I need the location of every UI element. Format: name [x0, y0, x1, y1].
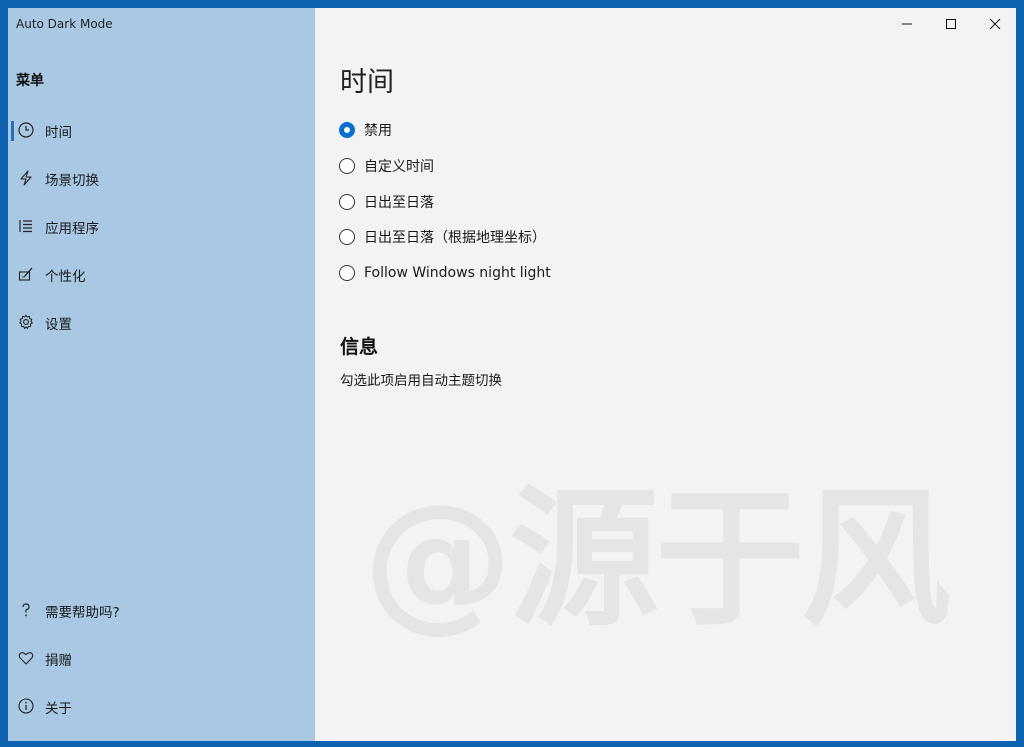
close-button[interactable] — [973, 8, 1016, 40]
page-title: 时间 — [340, 67, 394, 98]
sidebar-item-apps[interactable]: 应用程序 — [8, 206, 315, 246]
sidebar-item-label: 关于 — [45, 701, 72, 717]
sidebar-item-donate[interactable]: 捐赠 — [8, 638, 315, 678]
app-window: Auto Dark Mode 菜单 时间 场景切换 应用程序 个性化 设置 需要… — [8, 8, 1016, 741]
question-icon — [17, 601, 35, 619]
sidebar-item-personalization[interactable]: 个性化 — [8, 254, 315, 294]
sidebar-item-settings[interactable]: 设置 — [8, 302, 315, 342]
radio-option-custom-time[interactable]: 自定义时间 — [339, 154, 434, 178]
paint-icon — [17, 265, 35, 283]
info-icon — [17, 697, 35, 715]
sidebar-item-time[interactable]: 时间 — [8, 110, 315, 150]
info-heading: 信息 — [340, 336, 379, 358]
sidebar-item-label: 需要帮助吗? — [45, 605, 120, 621]
radio-button[interactable] — [339, 229, 355, 245]
sidebar-item-label: 设置 — [45, 317, 72, 333]
radio-option-disabled[interactable]: 禁用 — [339, 118, 392, 142]
radio-option-sunset-sunrise-geo[interactable]: 日出至日落（根据地理坐标） — [339, 225, 546, 249]
clock-icon — [17, 121, 35, 139]
minimize-button[interactable] — [885, 8, 929, 40]
radio-button-checked[interactable] — [339, 122, 355, 138]
gear-icon — [17, 313, 35, 331]
menu-header: 菜单 — [16, 73, 44, 89]
heart-icon — [17, 649, 35, 667]
radio-button[interactable] — [339, 265, 355, 281]
sidebar-item-help[interactable]: 需要帮助吗? — [8, 590, 315, 630]
sidebar-item-label: 时间 — [45, 125, 72, 141]
sidebar-item-label: 捐赠 — [45, 653, 72, 669]
app-title: Auto Dark Mode — [16, 17, 113, 31]
sidebar-item-label: 场景切换 — [45, 173, 99, 189]
sidebar-item-about[interactable]: 关于 — [8, 686, 315, 726]
selection-indicator — [11, 121, 14, 141]
watermark: @源于风 — [363, 473, 951, 647]
lightning-icon — [17, 169, 35, 187]
radio-label: 日出至日落（根据地理坐标） — [364, 230, 546, 246]
close-icon — [989, 18, 1001, 30]
list-icon — [17, 217, 35, 235]
sidebar-item-label: 应用程序 — [45, 221, 99, 237]
radio-label: Follow Windows night light — [364, 265, 551, 281]
sidebar-item-label: 个性化 — [45, 269, 86, 285]
radio-label: 自定义时间 — [364, 159, 434, 175]
maximize-icon — [946, 19, 956, 29]
radio-option-sunset-sunrise[interactable]: 日出至日落 — [339, 190, 434, 214]
radio-option-night-light[interactable]: Follow Windows night light — [339, 261, 551, 285]
radio-label: 日出至日落 — [364, 195, 434, 211]
sidebar: Auto Dark Mode 菜单 时间 场景切换 应用程序 个性化 设置 需要… — [8, 8, 315, 741]
radio-button[interactable] — [339, 194, 355, 210]
minimize-icon — [902, 23, 912, 25]
info-text: 勾选此项启用自动主题切换 — [340, 373, 502, 389]
radio-label: 禁用 — [364, 123, 392, 139]
maximize-button[interactable] — [929, 8, 973, 40]
radio-button[interactable] — [339, 158, 355, 174]
sidebar-item-scene-switch[interactable]: 场景切换 — [8, 158, 315, 198]
